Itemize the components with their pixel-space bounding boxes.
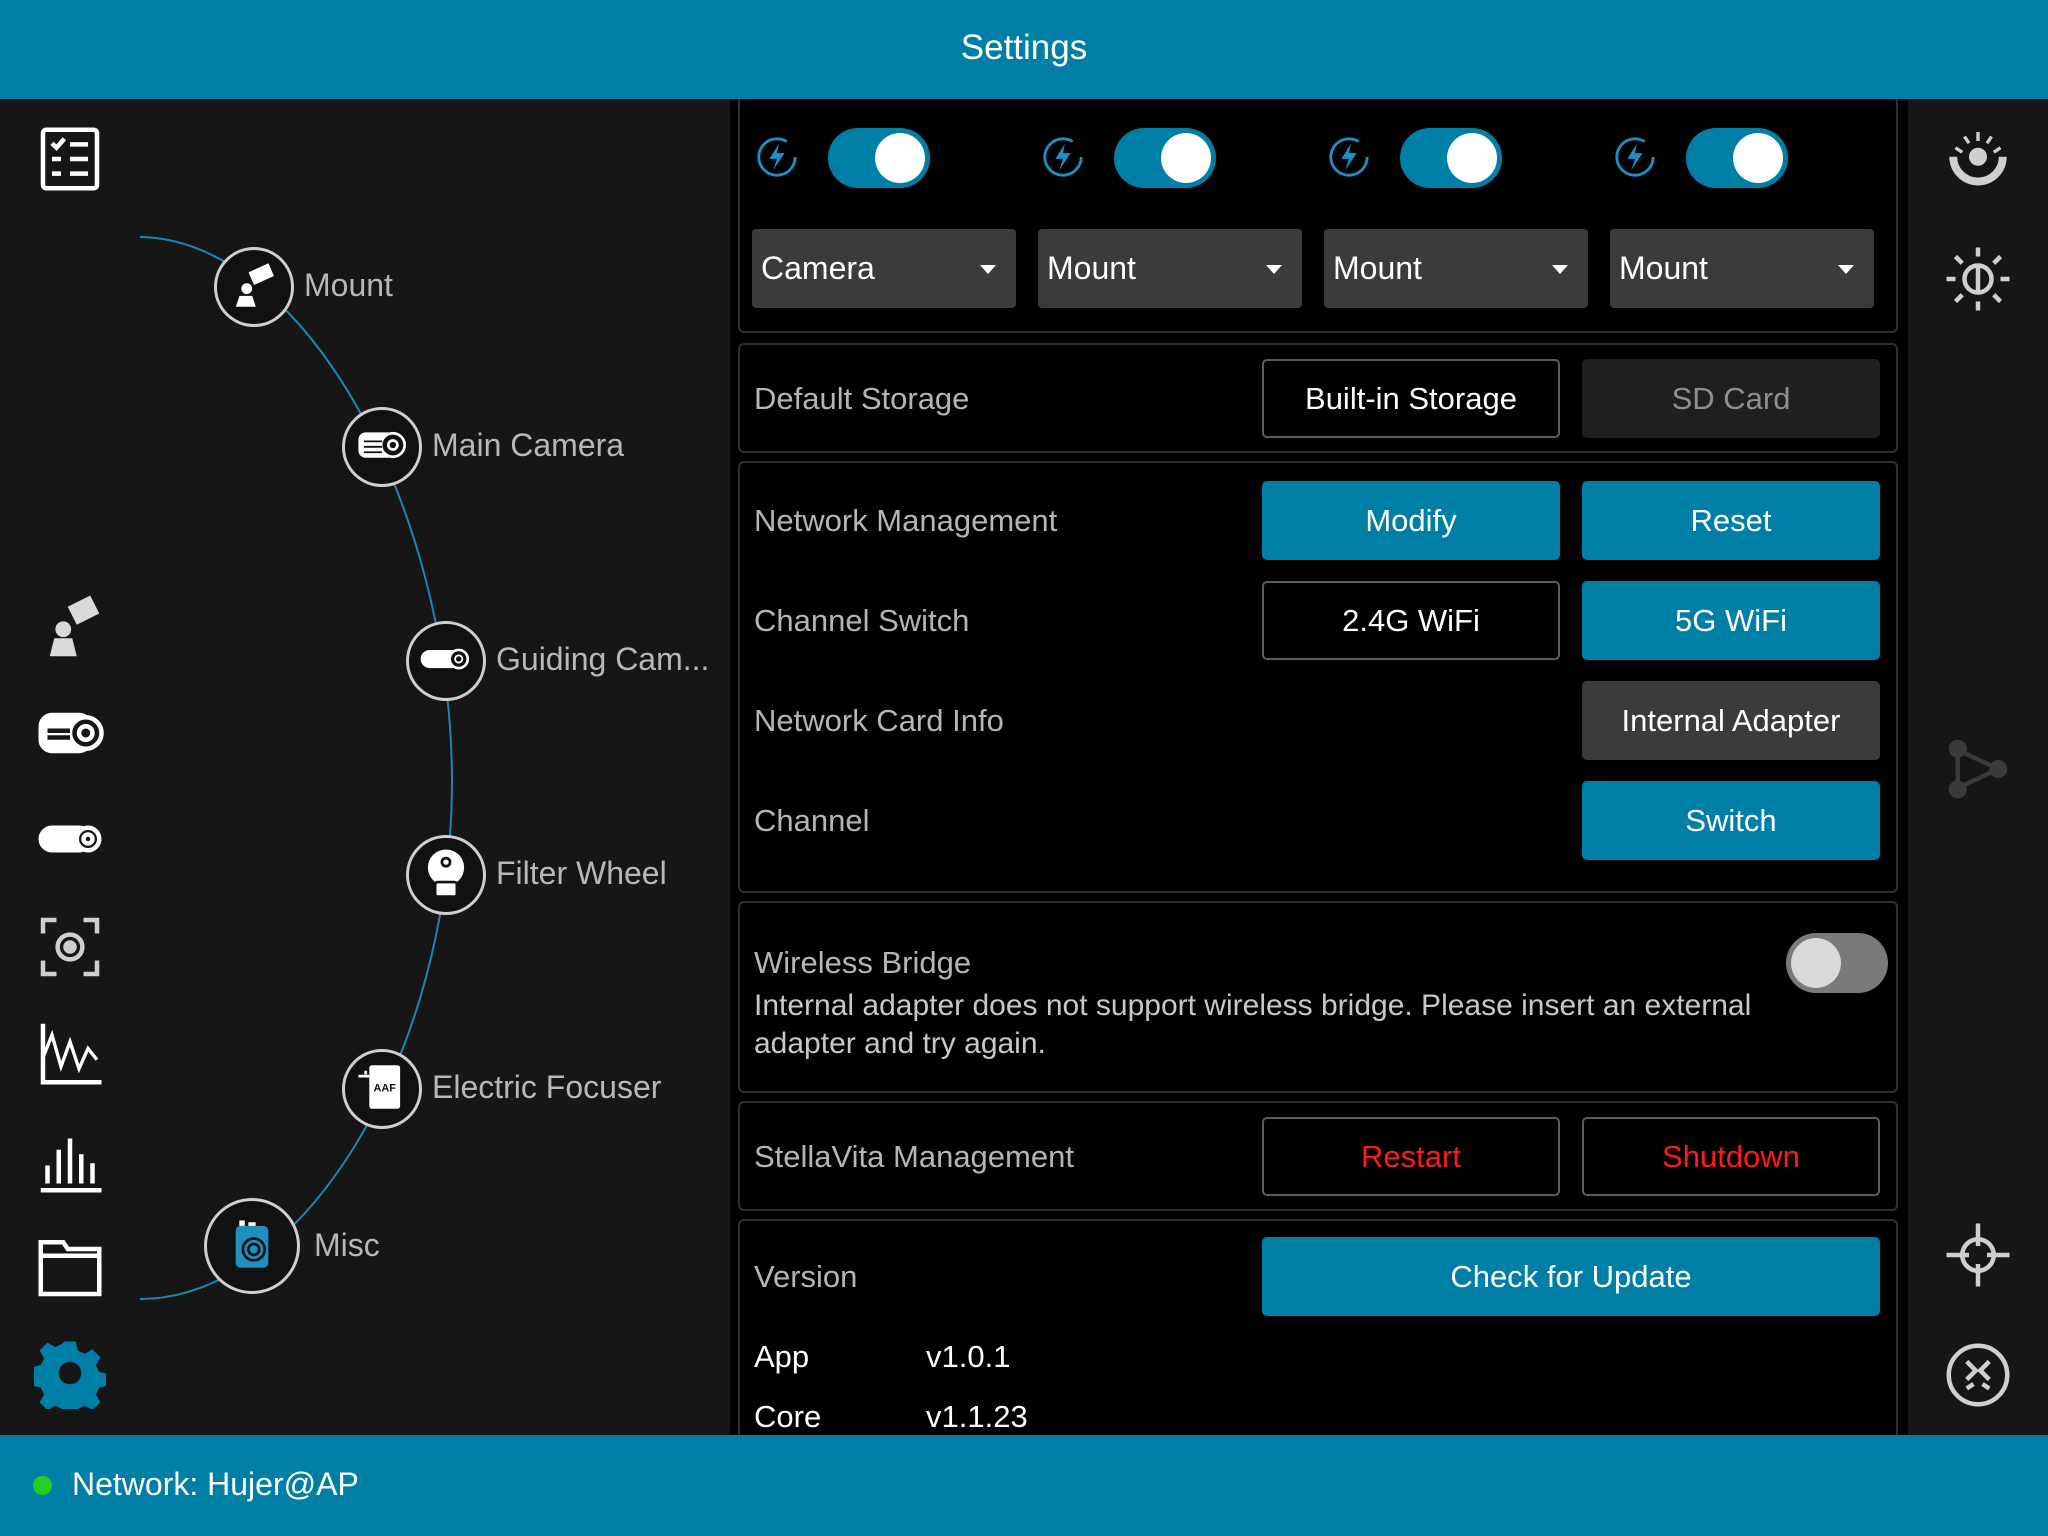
wireless-bridge-toggle[interactable] <box>1786 933 1888 993</box>
version-card: Version Check for Update App v1.0.1 Core… <box>738 1219 1898 1435</box>
power-icon <box>1043 137 1083 177</box>
management-card: StellaVita Management Restart Shutdown <box>738 1101 1898 1211</box>
checklist-icon[interactable] <box>30 119 110 199</box>
caret-down-icon <box>980 265 996 274</box>
title-bar: Settings <box>0 0 2048 99</box>
power-toggle[interactable] <box>1114 128 1216 188</box>
device-node-main-camera[interactable] <box>342 407 422 487</box>
connect-nodes-icon <box>1938 729 2018 809</box>
device-label[interactable]: Main Camera <box>432 427 624 464</box>
reset-button[interactable]: Reset <box>1582 481 1880 560</box>
app-version-value: v1.0.1 <box>926 1339 1011 1374</box>
channel-switch-label: Channel Switch <box>754 603 970 638</box>
left-nav-rail <box>0 99 140 1435</box>
wifi-5g-button[interactable]: 5G WiFi <box>1582 581 1880 660</box>
caret-down-icon <box>1838 265 1854 274</box>
power-device-select[interactable]: Mount <box>1610 229 1874 308</box>
brightness-icon[interactable] <box>1938 239 2018 319</box>
shutdown-button[interactable]: Shutdown <box>1582 1117 1880 1196</box>
sd-card-button[interactable]: SD Card <box>1582 359 1880 438</box>
power-device-select[interactable]: Mount <box>1038 229 1302 308</box>
device-panel: Mount Main Camera Guiding Cam... Filter … <box>140 99 730 1435</box>
internal-adapter-button[interactable]: Internal Adapter <box>1582 681 1880 760</box>
device-label[interactable]: Filter Wheel <box>496 855 667 892</box>
device-label[interactable]: Electric Focuser <box>432 1069 661 1106</box>
power-toggle[interactable] <box>1400 128 1502 188</box>
status-bar: Network: Hujer@AP <box>0 1435 2048 1536</box>
core-version-name: Core <box>754 1399 822 1434</box>
gear-icon[interactable] <box>30 1333 110 1413</box>
core-version-value: v1.1.23 <box>926 1399 1028 1434</box>
device-node-guiding-camera[interactable] <box>406 621 486 701</box>
network-card-info-label: Network Card Info <box>754 703 1004 738</box>
restart-button[interactable]: Restart <box>1262 1117 1560 1196</box>
power-icon <box>1615 137 1655 177</box>
power-device-select[interactable]: Mount <box>1324 229 1588 308</box>
default-storage-label: Default Storage <box>754 381 970 416</box>
filter-wheel-icon <box>417 844 475 907</box>
modify-button[interactable]: Modify <box>1262 481 1560 560</box>
device-label[interactable]: Misc <box>314 1227 380 1264</box>
right-tool-rail <box>1908 99 2048 1435</box>
app-version-name: App <box>754 1339 810 1374</box>
wifi-2-4g-button[interactable]: 2.4G WiFi <box>1262 581 1560 660</box>
network-status-text: Network: Hujer@AP <box>72 1466 359 1502</box>
caret-down-icon <box>1552 265 1568 274</box>
caret-down-icon <box>1266 265 1282 274</box>
misc-device-icon <box>223 1215 281 1278</box>
switch-channel-button[interactable]: Switch <box>1582 781 1880 860</box>
built-in-storage-button[interactable]: Built-in Storage <box>1262 359 1560 438</box>
stellavita-management-label: StellaVita Management <box>754 1139 1074 1174</box>
device-label[interactable]: Mount <box>304 267 393 304</box>
histogram-icon[interactable] <box>30 1121 110 1201</box>
device-node-misc[interactable] <box>204 1198 300 1294</box>
mount-icon[interactable] <box>30 587 110 667</box>
settings-content: Camera Mount Mount Mount Default Storage… <box>730 99 1908 1435</box>
wireless-bridge-card: Wireless Bridge Internal adapter does no… <box>738 901 1898 1093</box>
focus-target-icon[interactable] <box>30 907 110 987</box>
device-node-filter-wheel[interactable] <box>406 835 486 915</box>
power-device-select[interactable]: Camera <box>752 229 1016 308</box>
network-status-dot <box>33 1476 52 1495</box>
network-management-label: Network Management <box>754 503 1058 538</box>
check-update-button[interactable]: Check for Update <box>1262 1237 1880 1316</box>
power-icon <box>1329 137 1369 177</box>
channel-label: Channel <box>754 803 870 838</box>
crosshair-icon[interactable] <box>1938 1215 2018 1295</box>
collapse-icon[interactable] <box>1938 1335 2018 1415</box>
device-node-electric-focuser[interactable]: AAF <box>342 1049 422 1129</box>
guiding-camera-icon[interactable] <box>30 799 110 879</box>
storage-card: Default Storage Built-in Storage SD Card <box>738 343 1898 453</box>
focuser-icon: AAF <box>353 1058 411 1121</box>
guiding-camera-icon <box>417 630 475 693</box>
version-label: Version <box>754 1259 858 1294</box>
waveform-chart-icon[interactable] <box>30 1013 110 1093</box>
mount-icon <box>225 256 283 319</box>
folder-icon[interactable] <box>30 1227 110 1307</box>
dial-icon[interactable] <box>1938 119 2018 199</box>
device-label[interactable]: Guiding Cam... <box>496 641 709 678</box>
device-node-mount[interactable] <box>214 247 294 327</box>
network-card: Network Management Modify Reset Channel … <box>738 461 1898 893</box>
focuser-badge: AAF <box>374 1082 397 1094</box>
power-ports-card: Camera Mount Mount Mount <box>738 99 1898 333</box>
wireless-bridge-description: Internal adapter does not support wirele… <box>754 989 1752 1060</box>
main-camera-icon <box>353 416 411 479</box>
main-camera-icon[interactable] <box>30 693 110 773</box>
wireless-bridge-label: Wireless Bridge <box>754 945 972 980</box>
power-toggle[interactable] <box>1686 128 1788 188</box>
power-icon <box>757 137 797 177</box>
power-toggle[interactable] <box>828 128 930 188</box>
page-title: Settings <box>960 28 1088 67</box>
